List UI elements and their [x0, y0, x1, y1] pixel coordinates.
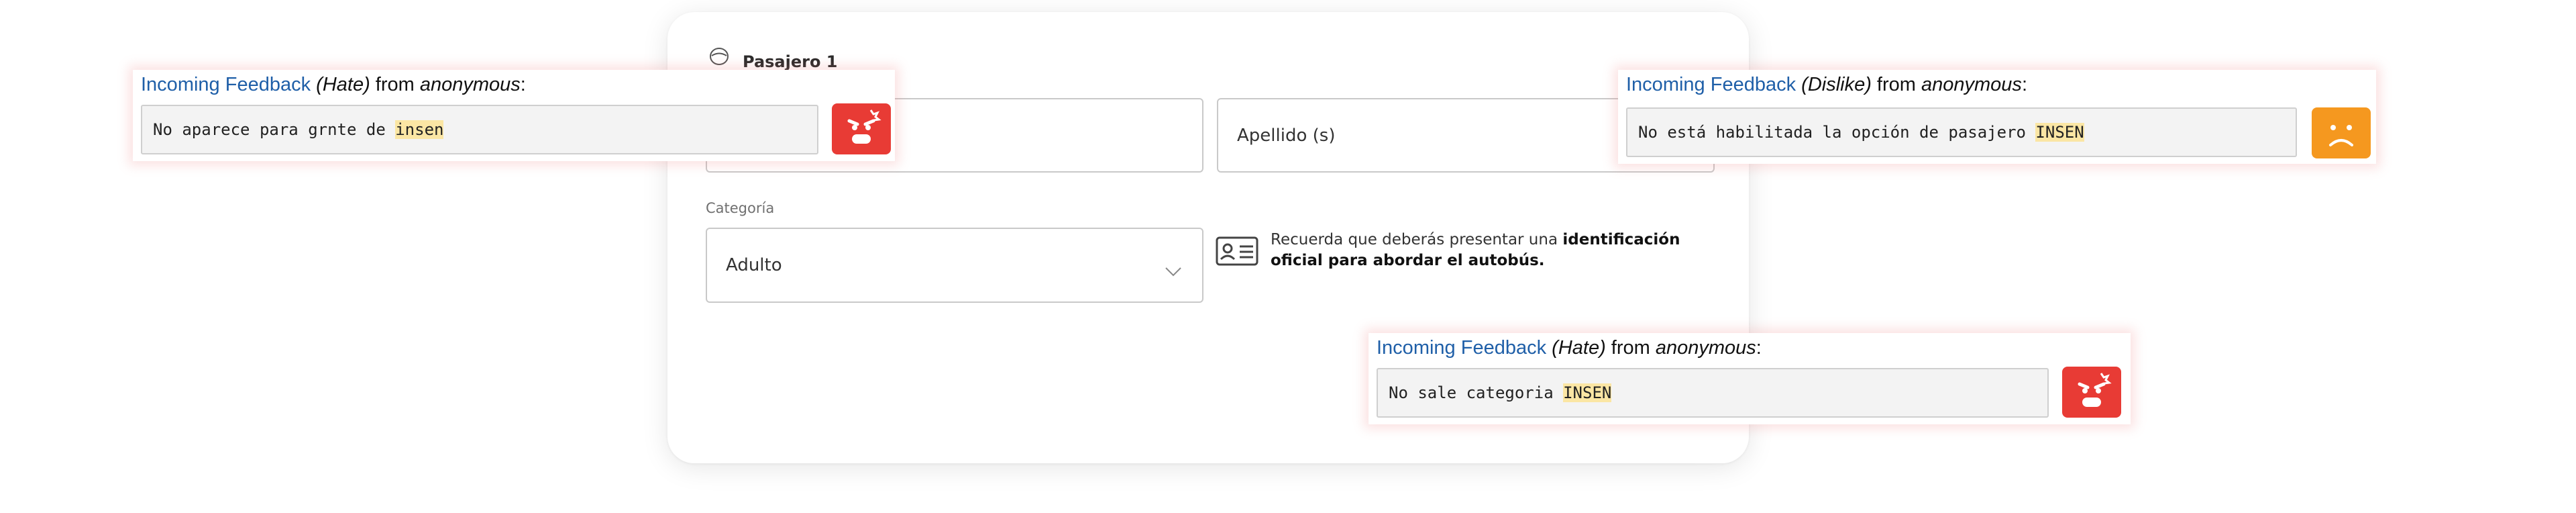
feedback-message-box: No sale categoria INSEN	[1377, 368, 2049, 418]
angry-face-icon	[832, 103, 891, 154]
id-card-icon	[1216, 236, 1258, 266]
categoria-value: Adulto	[726, 255, 782, 275]
feedback-heading: Incoming Feedback (Hate) from anonymous:	[1377, 337, 1762, 359]
categoria-select[interactable]: Adulto	[706, 228, 1203, 303]
feedback-message: No sale categoria INSEN	[1389, 383, 1612, 402]
passenger-title: Pasajero 1	[743, 52, 838, 71]
feedback-popup: Incoming Feedback (Hate) from anonymous:…	[133, 70, 895, 161]
feedback-heading: Incoming Feedback (Dislike) from anonymo…	[1626, 74, 2027, 95]
id-requirement-note: Recuerda que deberás presentar una ident…	[1216, 230, 1725, 271]
sad-face-icon	[2312, 107, 2371, 158]
feedback-message: No está habilitada la opción de pasajero…	[1638, 123, 2084, 142]
categoria-label: Categoría	[706, 200, 775, 216]
feedback-heading: Incoming Feedback (Hate) from anonymous:	[141, 74, 526, 95]
feedback-message: No aparece para grnte de insen	[153, 120, 444, 139]
chevron-down-icon	[1165, 267, 1181, 277]
feedback-popup: Incoming Feedback (Dislike) from anonymo…	[1618, 70, 2376, 164]
highlighted-term: INSEN	[2035, 123, 2084, 142]
angry-face-icon	[2062, 367, 2121, 418]
feedback-popup: Incoming Feedback (Hate) from anonymous:…	[1368, 333, 2131, 424]
feedback-message-box: No aparece para grnte de insen	[141, 105, 818, 154]
apellido-placeholder: Apellido (s)	[1237, 125, 1336, 146]
highlighted-term: INSEN	[1563, 383, 1612, 402]
id-note-text: Recuerda que deberás presentar una ident…	[1271, 231, 1680, 269]
feedback-message-box: No está habilitada la opción de pasajero…	[1626, 107, 2297, 157]
highlighted-term: insen	[395, 120, 444, 139]
page-stage: Pasajero 1 Apellido (s) Categoría Adulto…	[0, 0, 2576, 513]
